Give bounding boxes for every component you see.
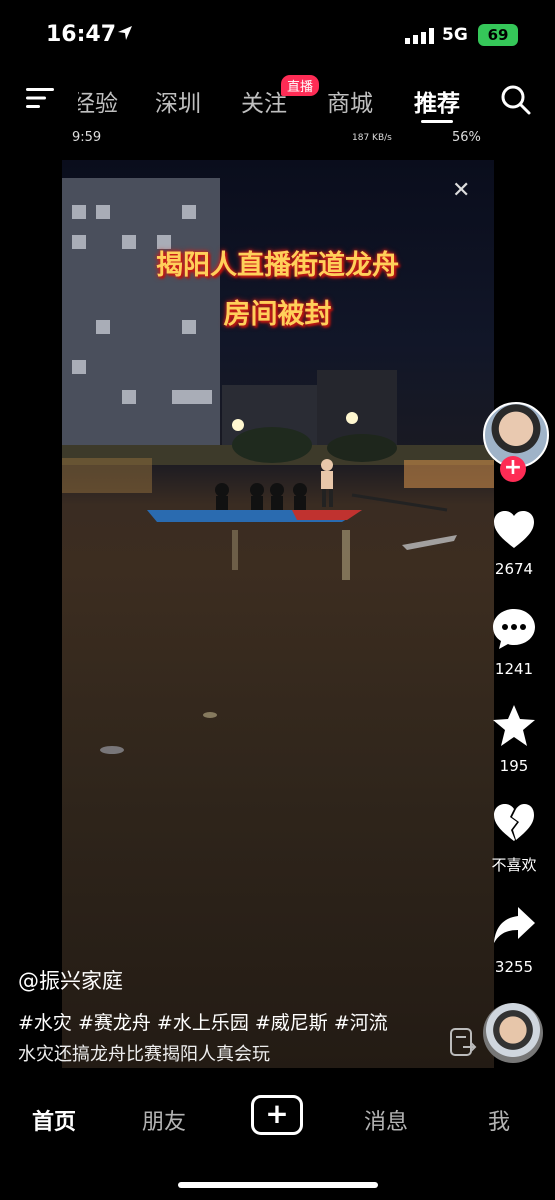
post-description: 水灾还搞龙舟比赛揭阳人真会玩 xyxy=(18,1044,270,1065)
author-name[interactable]: @振兴家庭 xyxy=(18,965,123,995)
broken-heart-icon[interactable] xyxy=(491,800,537,846)
star-icon[interactable] xyxy=(491,703,537,749)
comment-icon[interactable] xyxy=(491,606,537,652)
nav-me[interactable]: 我 xyxy=(488,1104,510,1136)
dislike-label: 不喜欢 xyxy=(491,856,537,874)
video-caption-line2: 房间被封 xyxy=(223,299,332,330)
create-button[interactable]: + xyxy=(251,1095,303,1135)
inner-status-time: 9:59 xyxy=(72,130,102,145)
active-tab-indicator xyxy=(421,120,453,123)
share-icon[interactable] xyxy=(491,903,537,949)
tab-experience[interactable]: 经验 xyxy=(78,84,118,118)
search-icon[interactable] xyxy=(500,84,532,116)
comment-count: 1241 xyxy=(494,660,534,678)
signal-icon xyxy=(405,28,434,44)
menu-icon[interactable] xyxy=(26,86,54,110)
close-icon[interactable]: ✕ xyxy=(452,178,470,203)
video-caption-line1: 揭阳人直播街道龙舟 xyxy=(156,250,399,281)
notes-icon[interactable] xyxy=(449,1027,477,1057)
music-disc[interactable] xyxy=(483,1003,543,1063)
network-type: 5G xyxy=(442,25,468,45)
inner-status-battery: 56% xyxy=(452,130,481,145)
live-badge: 直播 xyxy=(281,75,320,96)
inner-status-speed: 187 KB/s xyxy=(352,133,392,143)
location-arrow-icon xyxy=(118,26,132,40)
nav-friends[interactable]: 朋友 xyxy=(142,1104,186,1136)
nav-home[interactable]: 首页 xyxy=(32,1104,76,1136)
nav-messages[interactable]: 消息 xyxy=(364,1104,408,1136)
status-time: 16:47 xyxy=(46,22,117,47)
share-count: 3255 xyxy=(494,958,534,976)
heart-icon[interactable] xyxy=(491,507,537,553)
hashtags[interactable]: #水灾 #赛龙舟 #水上乐园 #威尼斯 #河流 xyxy=(18,1008,388,1035)
home-indicator xyxy=(178,1182,378,1188)
tab-mall[interactable]: 商城 xyxy=(327,84,373,118)
tab-shenzhen[interactable]: 深圳 xyxy=(155,84,201,118)
battery-indicator: 69 xyxy=(478,24,518,46)
follow-button[interactable]: + xyxy=(500,456,526,482)
tab-recommend[interactable]: 推荐 xyxy=(414,84,460,118)
favorite-count: 195 xyxy=(499,757,529,775)
like-count: 2674 xyxy=(494,560,534,578)
battery-level: 69 xyxy=(487,26,509,44)
